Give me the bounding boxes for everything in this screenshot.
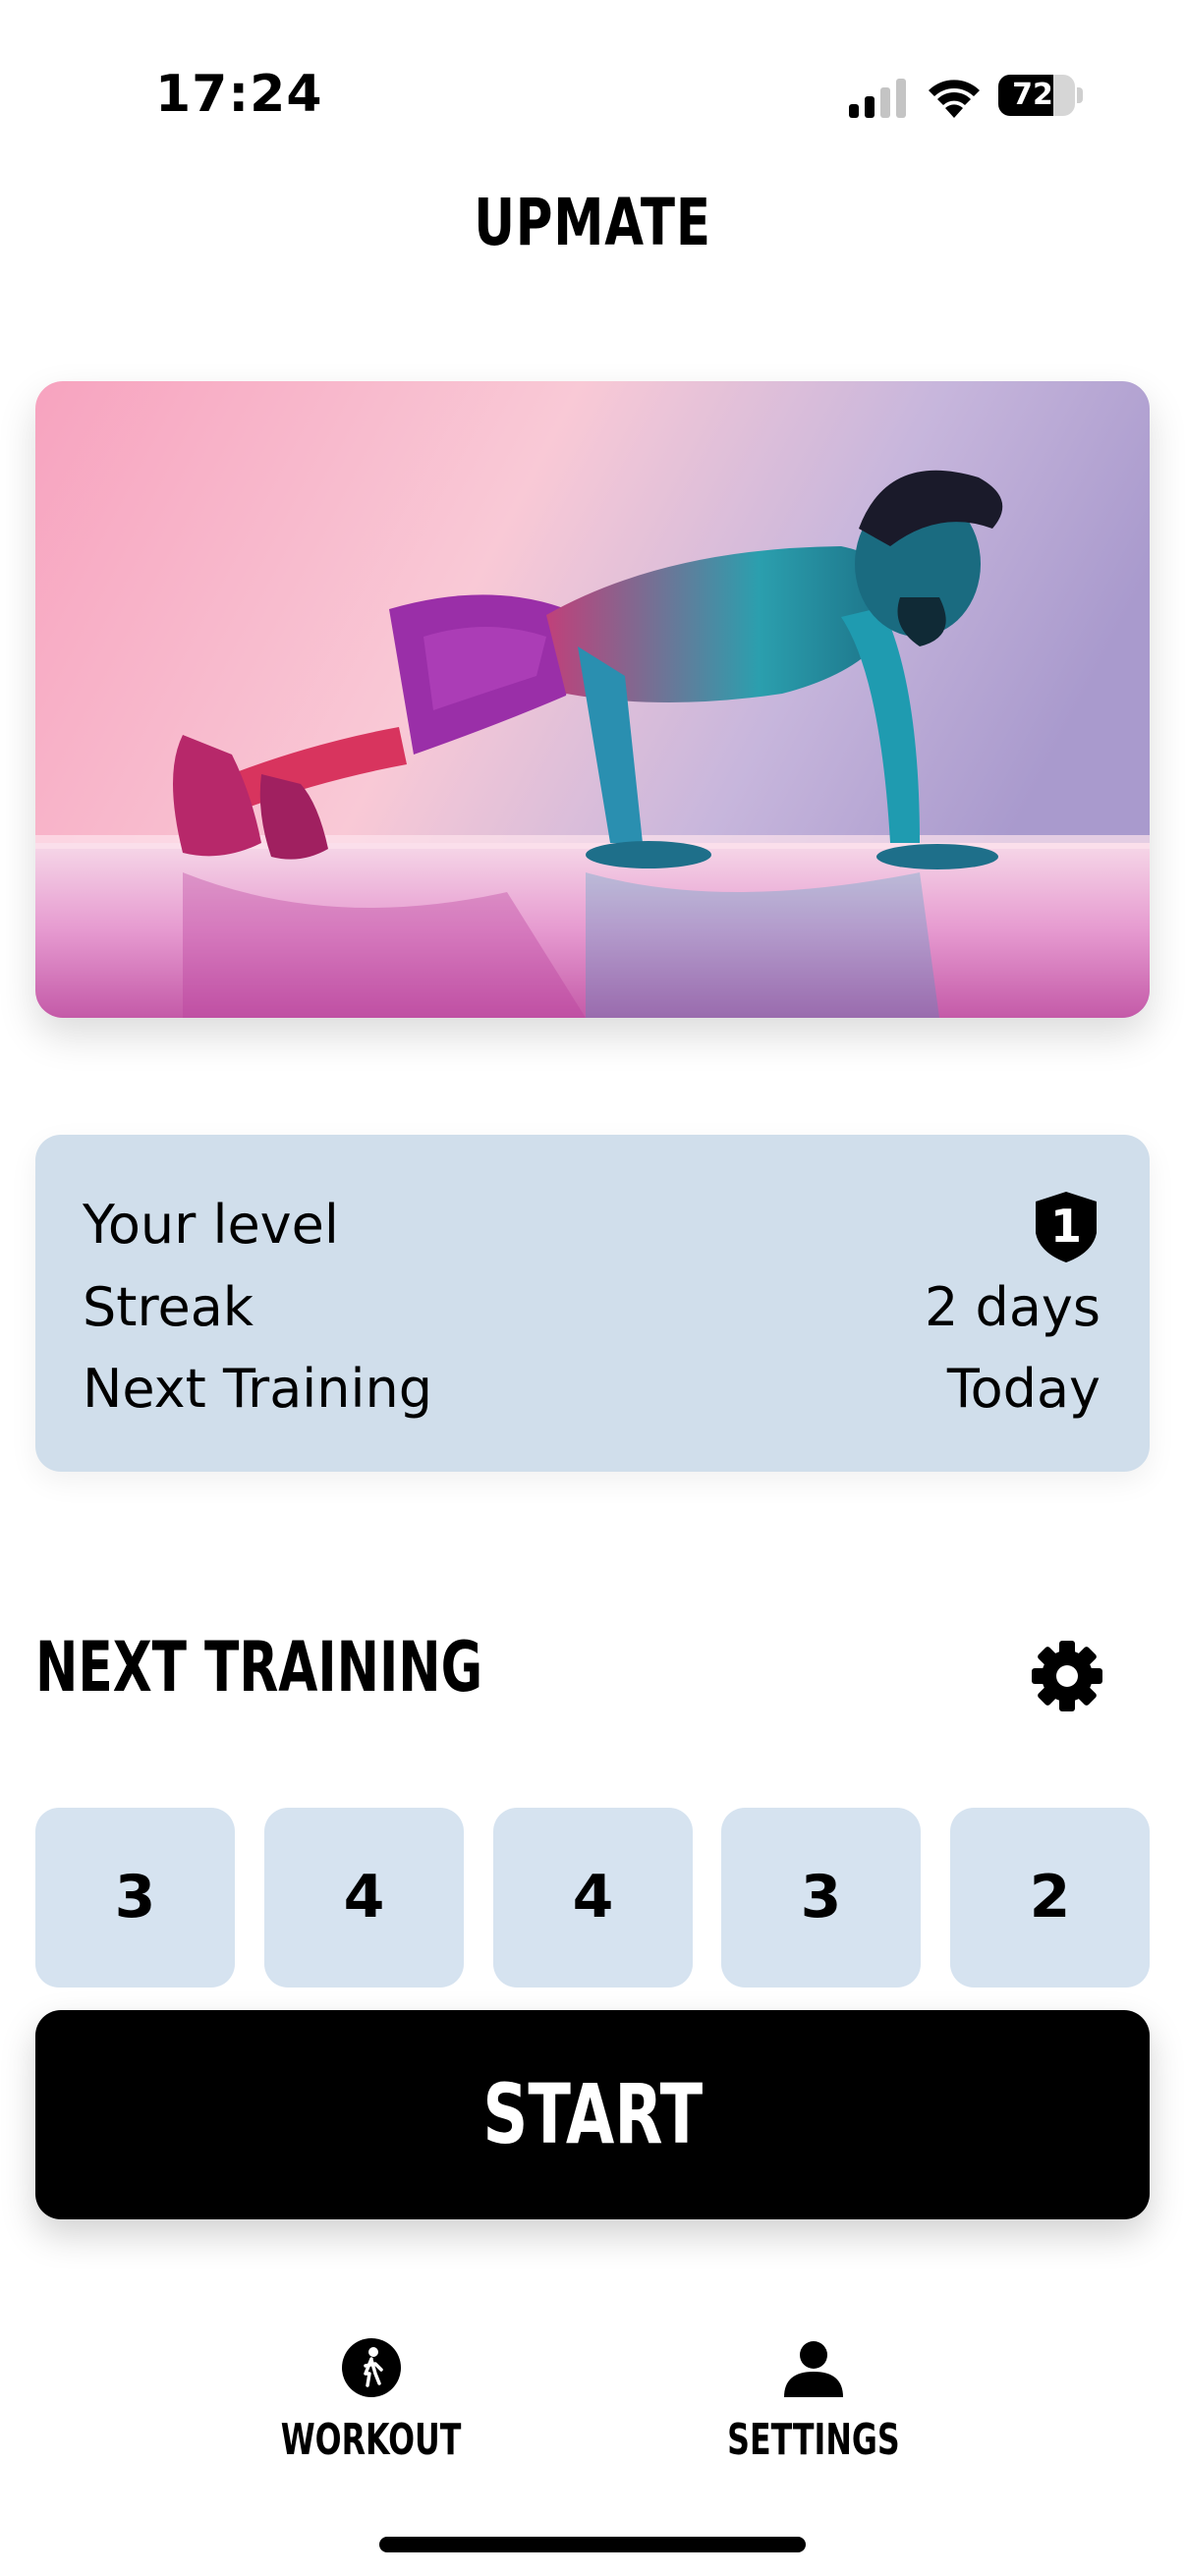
level-row: Your level 1 xyxy=(83,1192,1100,1262)
start-button-label: START xyxy=(482,2066,703,2162)
set-box-1[interactable]: 3 xyxy=(35,1808,235,1988)
wifi-icon xyxy=(929,80,980,118)
next-training-row: Next Training Today xyxy=(83,1358,1100,1427)
set-box-5[interactable]: 2 xyxy=(950,1808,1150,1988)
streak-label: Streak xyxy=(83,1276,254,1338)
person-icon xyxy=(784,2341,843,2397)
app-title: UPMATE xyxy=(474,185,711,260)
level-badge: 1 xyxy=(1036,1192,1097,1262)
next-training-heading: NEXT TRAINING xyxy=(35,1627,483,1708)
tab-settings[interactable]: SETTINGS xyxy=(666,2289,961,2486)
streak-value: 2 days xyxy=(925,1276,1100,1338)
streak-row: Streak 2 days xyxy=(83,1276,1100,1345)
battery-percentage: 72 xyxy=(1012,78,1053,112)
set-box-4[interactable]: 3 xyxy=(721,1808,921,1988)
battery-icon: 72 xyxy=(998,75,1075,116)
training-sets: 3 4 4 3 2 xyxy=(35,1808,1150,1988)
stats-card: Your level 1 Streak 2 days Next Training… xyxy=(35,1135,1150,1472)
hero-image xyxy=(35,381,1150,1018)
walking-person-icon xyxy=(342,2338,401,2397)
status-bar: 17:24 72 xyxy=(0,0,1185,187)
tab-bar: WORKOUT SETTINGS xyxy=(0,2289,1185,2505)
battery-indicator: 72 xyxy=(998,75,1083,116)
tab-workout[interactable]: WORKOUT xyxy=(224,2289,519,2486)
gear-icon[interactable] xyxy=(1030,1639,1104,1713)
set-box-3[interactable]: 4 xyxy=(493,1808,693,1988)
start-button[interactable]: START xyxy=(35,2010,1150,2219)
cellular-signal-icon xyxy=(849,79,906,118)
status-time: 17:24 xyxy=(155,65,323,124)
set-box-2[interactable]: 4 xyxy=(264,1808,464,1988)
home-indicator[interactable] xyxy=(379,2537,806,2552)
pushup-photo-illustration xyxy=(35,381,1150,1018)
next-training-value: Today xyxy=(946,1358,1100,1420)
next-training-label: Next Training xyxy=(83,1358,433,1420)
tab-workout-label: WORKOUT xyxy=(281,2415,462,2465)
level-label: Your level xyxy=(83,1194,339,1256)
battery-tip xyxy=(1077,87,1083,103)
level-value: 1 xyxy=(1049,1200,1082,1253)
tab-settings-label: SETTINGS xyxy=(727,2415,900,2465)
